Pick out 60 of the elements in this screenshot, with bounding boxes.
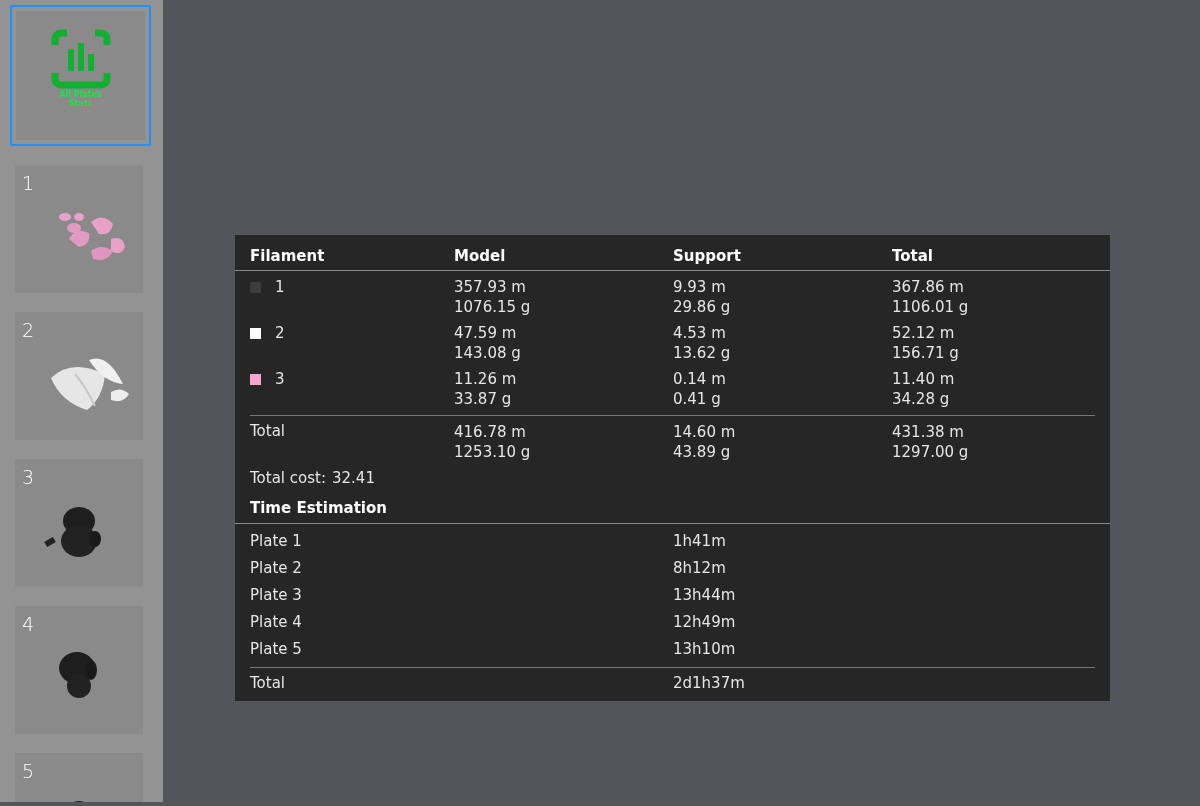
plate-number: 2 <box>22 319 35 341</box>
column-header: Total <box>892 246 934 267</box>
stats-icon <box>50 29 111 89</box>
table-cell-text: 12h49m <box>673 612 737 632</box>
table-cell-text: 13.62 g <box>673 343 732 363</box>
plate-thumbnail[interactable]: 1 <box>15 165 143 293</box>
table-cell-text: 8h12m <box>673 558 727 578</box>
table-cell-text: Plate 5 <box>250 639 303 659</box>
table-cell-text: 11.26 m <box>454 369 518 389</box>
plate-number: 1 <box>22 172 35 194</box>
table-cell-text: 2d1h37m <box>673 673 746 693</box>
plate-thumbnail[interactable]: 2 <box>15 312 143 440</box>
plate-thumbnail[interactable]: 4 <box>15 606 143 734</box>
table-cell-text: 34.28 g <box>892 389 951 409</box>
table-cell-text: Total <box>250 673 287 693</box>
table-cell-text: 1h41m <box>673 531 727 551</box>
table-cell-text: 9.93 m <box>673 277 727 297</box>
table-cell: 1 <box>275 277 285 297</box>
column-header: Model <box>454 246 507 267</box>
cost-label: Total cost: <box>250 468 326 488</box>
table-cell-text: 1297.00 g <box>892 442 970 462</box>
section-title: Time Estimation <box>249 498 388 519</box>
table-cell-text: 1253.10 g <box>454 442 532 462</box>
cost-value: 32.41 <box>332 468 375 488</box>
table-cell-text: 13h10m <box>673 639 737 659</box>
table-cell: 3 <box>275 369 285 389</box>
table-cell-text: 416.78 m <box>454 422 527 442</box>
table-cell-text: 357.93 m <box>454 277 527 297</box>
table-cell-text: 367.86 m <box>892 277 965 297</box>
table-cell-text: 1076.15 g <box>454 297 532 317</box>
table-cell-text: 52.12 m <box>892 323 956 343</box>
plate-thumbnail[interactable]: 5 <box>15 753 143 802</box>
table-cell-text: 29.86 g <box>673 297 732 317</box>
table-cell-text: Plate 2 <box>250 558 303 578</box>
plate-thumbnail[interactable]: 3 <box>15 459 143 587</box>
table-cell-text: 0.41 g <box>673 389 722 409</box>
stats-label: All Plates Stats <box>58 90 103 108</box>
table-cell-text: 14.60 m <box>673 422 737 442</box>
table-cell-text: 4.53 m <box>673 323 727 343</box>
table-cell-text: 13h44m <box>673 585 737 605</box>
table-cell-text: Plate 3 <box>250 585 303 605</box>
table-cell-text: Total <box>250 421 287 442</box>
table-cell-text: 43.89 g <box>673 442 732 462</box>
table-cell: 2 <box>275 323 285 343</box>
table-cell-text: 11.40 m <box>892 369 956 389</box>
table-cell-text: 1106.01 g <box>892 297 970 317</box>
column-header: Filament <box>250 246 326 267</box>
table-cell-text: 143.08 g <box>454 343 522 363</box>
table-cell-text: 0.14 m <box>673 369 727 389</box>
plate-number: 3 <box>22 466 35 488</box>
plate-thumbnail[interactable]: All Plates Stats <box>10 5 151 146</box>
table-cell-text: 33.87 g <box>454 389 513 409</box>
plate-number: 5 <box>22 760 35 782</box>
plate-number: 4 <box>22 613 35 635</box>
table-cell-text: 431.38 m <box>892 422 965 442</box>
table-cell-text: Plate 1 <box>250 531 303 551</box>
table-cell-text: Plate 4 <box>250 612 303 632</box>
table-cell-text: 47.59 m <box>454 323 518 343</box>
table-cell-text: 156.71 g <box>892 343 960 363</box>
column-header: Support <box>673 246 742 267</box>
